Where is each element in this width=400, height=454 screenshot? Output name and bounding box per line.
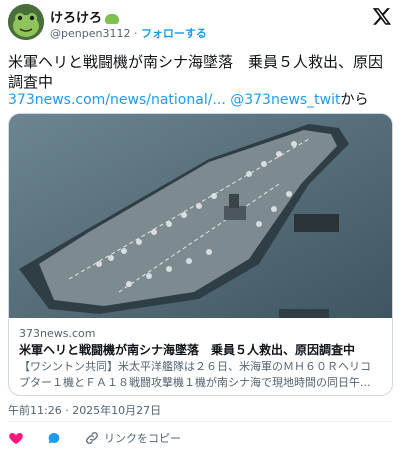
divider — [8, 421, 392, 422]
article-link[interactable]: 373news.com/news/national/... — [8, 92, 226, 108]
copy-link-label: リンクをコピー — [104, 432, 181, 445]
user-handle[interactable]: @penpen3112 — [50, 27, 130, 40]
mention-link[interactable]: @373news_twit — [230, 92, 340, 108]
link-preview-card[interactable]: 373news.com 米軍ヘリと戦闘機が南シナ海墜落 乗員５人救出、原因調査中… — [8, 113, 393, 396]
display-name-text: けろけろ — [50, 11, 103, 26]
tweet-text-line-1: 米軍ヘリと戦闘機が南シナ海墜落 乗員５人救出、原因 — [8, 53, 384, 71]
display-name[interactable]: けろけろ — [50, 7, 120, 26]
link-chain-icon — [86, 432, 98, 444]
card-description-line-2: プター１機とＦＡ１８戦闘攻撃機１機が南シナ海で現地時間の同日午... — [19, 376, 371, 389]
action-bar: リンクをコピー — [8, 428, 199, 448]
follow-button[interactable]: フォローする — [141, 27, 207, 40]
reply-bubble-icon — [48, 433, 60, 444]
reply-button[interactable] — [46, 430, 66, 446]
tweet-header: けろけろ @penpen3112 · フォローする — [8, 4, 392, 40]
frog-emoji-icon — [105, 13, 120, 24]
link-suffix: から — [340, 92, 369, 108]
x-logo-icon[interactable] — [372, 6, 392, 26]
like-button[interactable] — [8, 430, 28, 446]
card-meta: 373news.com 米軍ヘリと戦闘機が南シナ海墜落 乗員５人救出、原因調査中… — [19, 326, 385, 391]
tweet-timestamp[interactable]: 午前11:26 · 2025年10月27日 — [8, 402, 161, 418]
card-title: 米軍ヘリと戦闘機が南シナ海墜落 乗員５人救出、原因調査中 — [19, 343, 356, 357]
aircraft-carrier-image — [9, 114, 392, 318]
heart-icon — [9, 433, 23, 444]
card-description-line-1: 【ワシントン共同】米太平洋艦隊は２６日、米海軍のＭＨ６０Ｒヘリコ — [19, 360, 371, 373]
tweet-text: 米軍ヘリと戦闘機が南シナ海墜落 乗員５人救出、原因 調査中 — [8, 52, 392, 92]
tweet-text-line-2: 調査中 — [8, 73, 54, 91]
card-domain: 373news.com — [19, 327, 96, 340]
tweet-links: 373news.com/news/national/... @373news_t… — [8, 90, 369, 110]
separator: · — [133, 27, 138, 40]
handle-line: @penpen3112 · フォローする — [50, 25, 207, 41]
avatar[interactable] — [8, 4, 44, 40]
copy-link-button[interactable]: リンクをコピー — [84, 430, 181, 446]
